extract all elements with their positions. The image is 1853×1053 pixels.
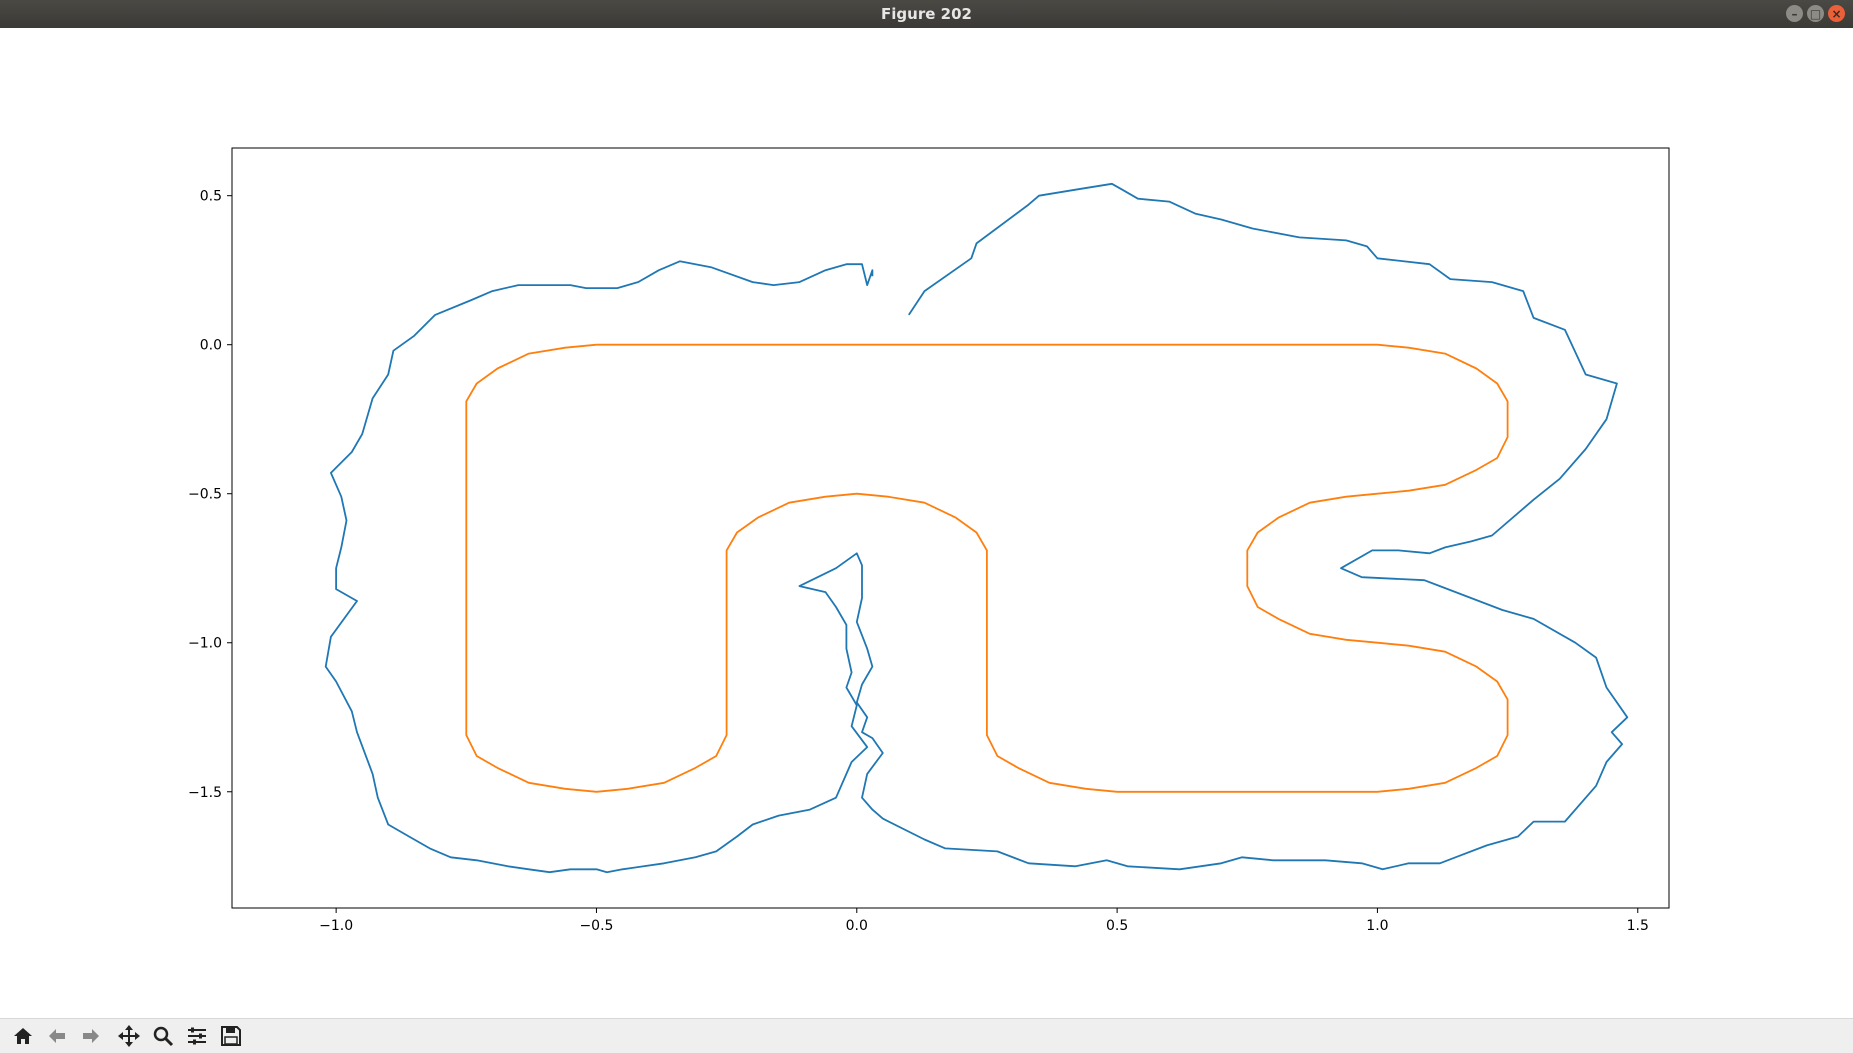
figure-canvas: −1.0 −0.5 0.0 0.5 1.0 1.5 0.5 0.0 −0.5 −1.0 −1.5	[0, 28, 1853, 1018]
x-tick-label: 1.5	[1627, 918, 1649, 934]
y-tick-label: −1.5	[188, 785, 222, 801]
x-tick-label: 0.0	[846, 918, 868, 934]
x-tick-label: 0.5	[1106, 918, 1128, 934]
navigation-toolbar	[0, 1018, 1853, 1053]
zoom-magnifier-icon[interactable]	[146, 1020, 180, 1052]
y-tick-label: 0.5	[200, 189, 222, 205]
chart-svg: −1.0 −0.5 0.0 0.5 1.0 1.5 0.5 0.0 −0.5 −1.0 −1.5	[188, 147, 1670, 934]
configure-subplots-icon[interactable]	[180, 1020, 214, 1052]
forward-arrow-icon[interactable]	[74, 1020, 108, 1052]
window-title: Figure 202	[881, 5, 972, 23]
maximize-icon[interactable]: □	[1807, 5, 1824, 22]
y-tick-label: −0.5	[188, 487, 222, 503]
axes-background	[232, 148, 1669, 908]
save-figure-icon[interactable]	[214, 1020, 248, 1052]
y-tick-label: 0.0	[200, 338, 222, 354]
x-tick-label: −1.0	[319, 918, 353, 934]
back-arrow-icon[interactable]	[40, 1020, 74, 1052]
minimize-icon[interactable]: –	[1786, 5, 1803, 22]
home-icon[interactable]	[6, 1020, 40, 1052]
x-tick-label: 1.0	[1366, 918, 1388, 934]
window-titlebar: Figure 202 – □ ×	[0, 0, 1853, 28]
pan-move-icon[interactable]	[112, 1020, 146, 1052]
x-tick-label: −0.5	[579, 918, 613, 934]
y-tick-label: −1.0	[188, 636, 222, 652]
close-icon[interactable]: ×	[1828, 5, 1845, 22]
window-controls: – □ ×	[1786, 5, 1845, 22]
